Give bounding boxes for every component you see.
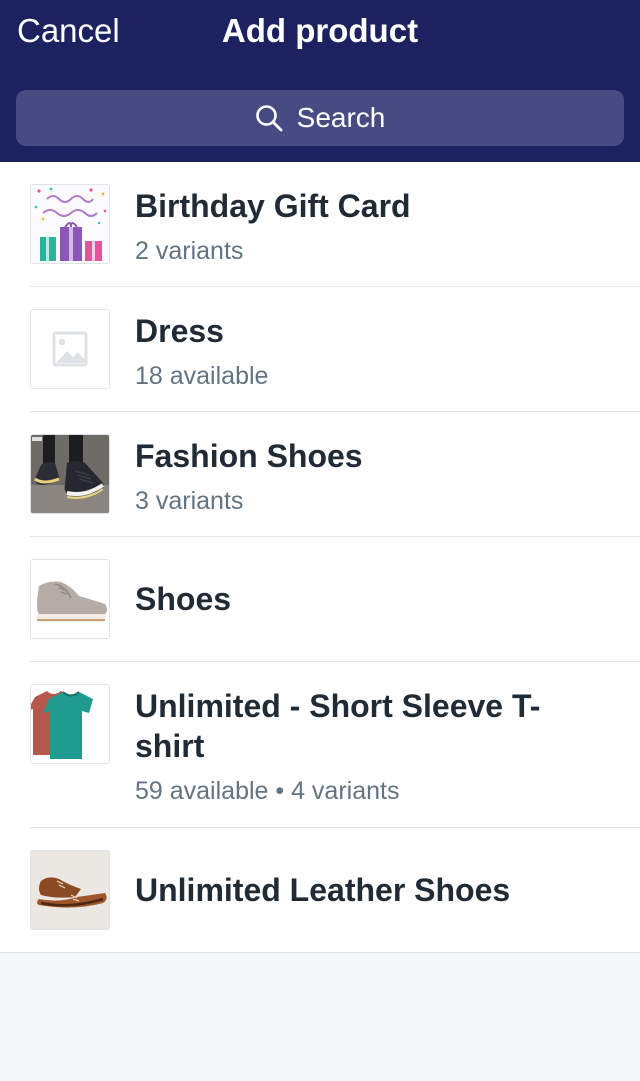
product-title: Dress — [135, 313, 224, 349]
page-title: Add product — [221, 12, 419, 49]
navigation-bar: Cancel Add product Search — [0, 0, 640, 162]
product-title: Unlimited Leather Shoes — [135, 872, 511, 908]
search-placeholder: Search — [296, 102, 386, 133]
product-title: Birthday Gift Card — [135, 188, 411, 224]
product-subtitle: 59 available • 4 variants — [135, 777, 400, 805]
product-title: Fashion Shoes — [135, 438, 363, 474]
product-item-unlimited-leather-shoes[interactable]: Unlimited Leather Shoes — [0, 828, 640, 953]
search-icon — [255, 105, 283, 132]
product-item-birthday-gift-card[interactable]: Birthday Gift Card 2 variants — [0, 162, 640, 287]
image-placeholder-icon — [30, 309, 110, 389]
tshirt-image — [30, 684, 110, 764]
product-title: Unlimited - Short Sleeve T-shirt — [135, 688, 541, 764]
product-subtitle: 18 available — [135, 362, 269, 390]
fashion-shoes-image — [30, 434, 110, 514]
product-item-fashion-shoes[interactable]: Fashion Shoes 3 variants — [0, 412, 640, 537]
product-subtitle: 3 variants — [135, 487, 244, 515]
product-list: Birthday Gift Card 2 variants Dress 18 a… — [0, 162, 640, 953]
shoes-image — [30, 559, 110, 639]
product-subtitle: 2 variants — [135, 237, 244, 265]
product-item-short-sleeve-tshirt[interactable]: Unlimited - Short Sleeve T-shirt 59 avai… — [0, 662, 640, 828]
product-item-dress[interactable]: Dress 18 available — [0, 287, 640, 412]
search-bar[interactable]: Search — [16, 90, 624, 146]
product-item-shoes[interactable]: Shoes — [0, 537, 640, 662]
product-title: Shoes — [135, 581, 232, 617]
birthday-gift-card-image — [30, 184, 110, 264]
leather-shoes-image — [30, 850, 110, 930]
